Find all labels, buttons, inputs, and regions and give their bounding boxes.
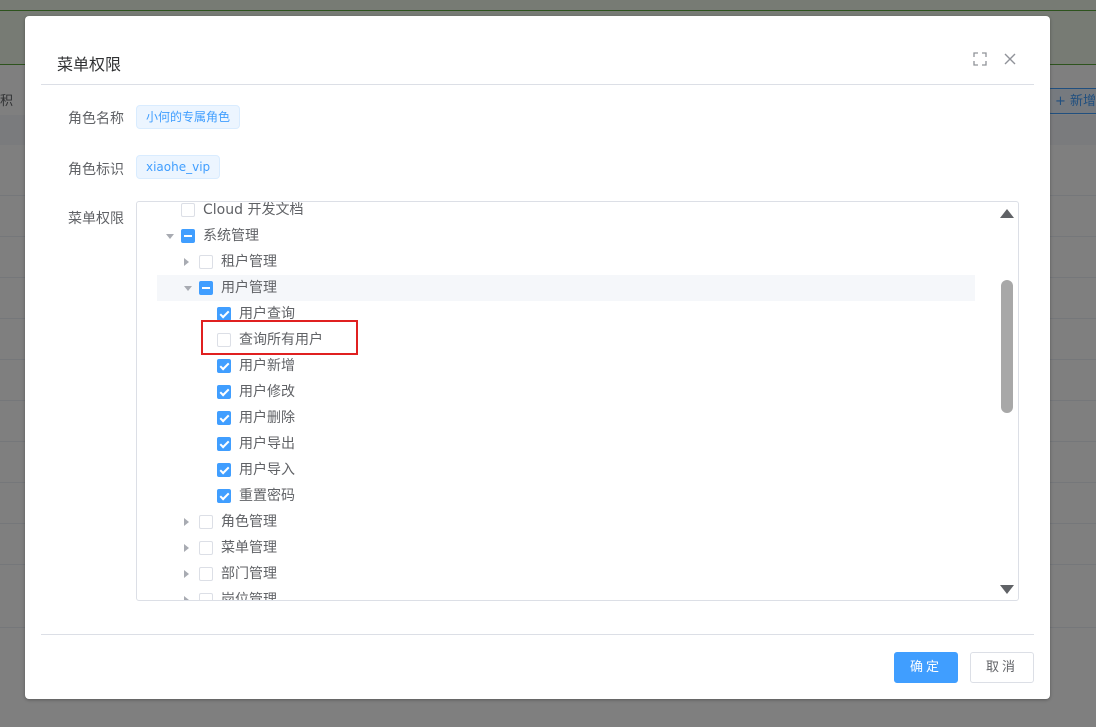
tree-node-checkbox[interactable]: [217, 437, 231, 451]
tree-node-checkbox[interactable]: [199, 255, 213, 269]
tree-node-checkbox[interactable]: [199, 281, 213, 295]
tree-node-checkbox[interactable]: [217, 489, 231, 503]
dialog-title: 菜单权限: [57, 55, 122, 74]
tree-node-label: 部门管理: [221, 566, 277, 582]
highlight-annotation: [201, 320, 358, 355]
caret-right-icon[interactable]: [184, 518, 189, 526]
close-icon[interactable]: [1003, 52, 1017, 66]
tree-node-label: 用户导入: [239, 462, 295, 478]
tree-viewport: Cloud 开发文档 系统管理 租户管理 用户管理 用户查询 查询所有用户 用户新增 用户修改…: [137, 202, 1018, 600]
caret-down-icon[interactable]: [184, 286, 192, 291]
tree-node[interactable]: 用户管理: [157, 275, 975, 301]
tree-node-checkbox[interactable]: [217, 307, 231, 321]
tree-node-checkbox[interactable]: [217, 385, 231, 399]
tree-node-label: 用户管理: [221, 280, 277, 296]
tree-node-label: 重置密码: [239, 488, 295, 504]
tree-node-label: 角色管理: [221, 514, 277, 530]
tree-node[interactable]: 系统管理: [157, 223, 975, 249]
tree-node-checkbox[interactable]: [199, 593, 213, 600]
tree-node[interactable]: 重置密码: [157, 483, 975, 509]
tree-node-checkbox[interactable]: [217, 411, 231, 425]
scroll-down-arrow[interactable]: [1000, 585, 1014, 594]
tree-node-checkbox[interactable]: [199, 515, 213, 529]
tree-node-label: 租户管理: [221, 254, 277, 270]
tree-node[interactable]: 用户删除: [157, 405, 975, 431]
tree-node[interactable]: 用户新增: [157, 353, 975, 379]
role-name-label: 角色名称: [68, 111, 124, 127]
tree-node[interactable]: 用户导入: [157, 457, 975, 483]
tree-node[interactable]: Cloud 开发文档: [157, 202, 975, 223]
confirm-button[interactable]: 确定: [894, 652, 958, 683]
menu-permission-label: 菜单权限: [68, 211, 124, 227]
tree-node-checkbox[interactable]: [217, 463, 231, 477]
tree-node[interactable]: 菜单管理: [157, 535, 975, 561]
tree-node-label: 岗位管理: [221, 592, 277, 600]
tree-node-label: 用户导出: [239, 436, 295, 452]
tree-node-label: 用户修改: [239, 384, 295, 400]
scrollbar-thumb[interactable]: [1001, 280, 1013, 413]
role-name-tag: 小何的专属角色: [136, 105, 241, 129]
tree-node[interactable]: 岗位管理: [157, 587, 975, 600]
tree-node-label: 系统管理: [203, 228, 259, 244]
footer-divider: [41, 634, 1034, 635]
tree-node[interactable]: 部门管理: [157, 561, 975, 587]
role-key-label: 角色标识: [68, 162, 124, 178]
caret-right-icon[interactable]: [184, 258, 189, 266]
caret-down-icon[interactable]: [166, 234, 174, 239]
tree-node[interactable]: 用户修改: [157, 379, 975, 405]
tree-node[interactable]: 用户导出: [157, 431, 975, 457]
fullscreen-icon[interactable]: [973, 52, 987, 66]
tree-node-checkbox[interactable]: [181, 203, 195, 217]
cancel-button[interactable]: 取消: [970, 652, 1034, 683]
tree-node-label: Cloud 开发文档: [203, 202, 304, 218]
header-divider: [41, 84, 1034, 85]
caret-right-icon[interactable]: [184, 544, 189, 552]
tree-node-label: 用户删除: [239, 410, 295, 426]
tree-node-label: 菜单管理: [221, 540, 277, 556]
scroll-up-arrow[interactable]: [1000, 209, 1014, 218]
caret-right-icon[interactable]: [184, 596, 189, 600]
tree-node-label: 用户新增: [239, 358, 295, 374]
role-key-tag: xiaohe_vip: [136, 155, 221, 179]
tree-node[interactable]: 角色管理: [157, 509, 975, 535]
tree-node-checkbox[interactable]: [199, 567, 213, 581]
menu-permission-tree[interactable]: Cloud 开发文档 系统管理 租户管理 用户管理 用户查询 查询所有用户 用户新增 用户修改…: [136, 201, 1019, 601]
tree-node[interactable]: 租户管理: [157, 249, 975, 275]
tree-node-checkbox[interactable]: [181, 229, 195, 243]
menu-permission-dialog: 菜单权限 角色名称 小何的专属角色 角色标识 xiaohe_vip 菜单权限 C…: [25, 16, 1050, 699]
tree-node-checkbox[interactable]: [217, 359, 231, 373]
tree-node-checkbox[interactable]: [199, 541, 213, 555]
caret-right-icon[interactable]: [184, 570, 189, 578]
